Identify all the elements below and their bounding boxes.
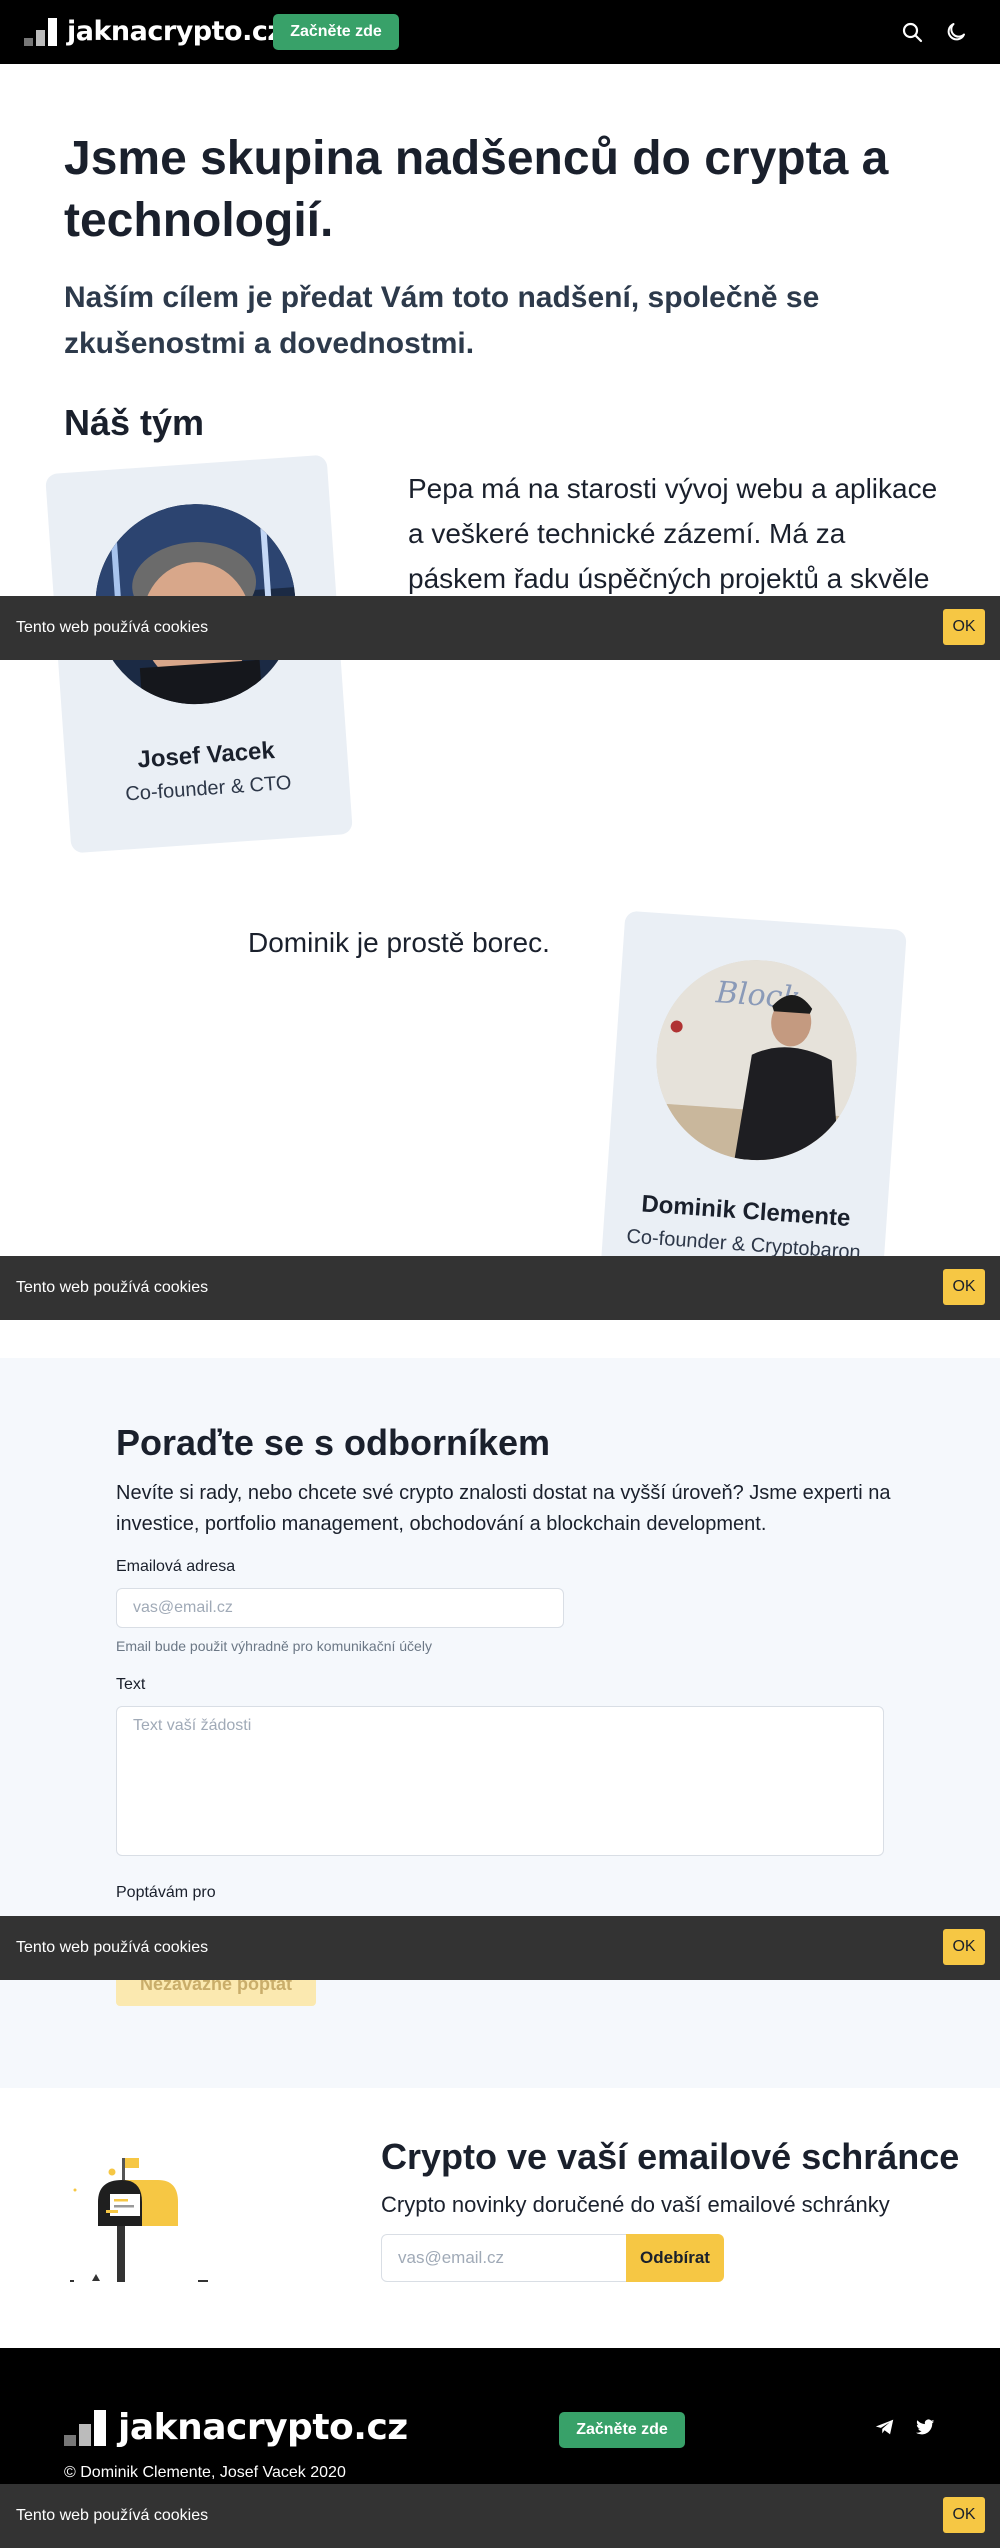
moon-icon[interactable] (944, 20, 968, 44)
email-label: Emailová adresa (116, 1558, 236, 1575)
newsletter-title: Crypto ve vaší emailové schránce (381, 2136, 960, 2177)
email-helper-text: Email bude použit výhradně pro komunikač… (116, 1638, 432, 1654)
text-label: Text (116, 1676, 146, 1693)
footer-start-here-button[interactable]: Začněte zde (559, 2412, 685, 2448)
team-heading: Náš tým (64, 402, 205, 443)
cookie-text: Tento web používá cookies (16, 1279, 209, 1296)
cookie-ok-button[interactable]: OK (943, 1929, 985, 1965)
inquiry-label: Poptávám pro (116, 1884, 216, 1901)
cookie-ok-button[interactable]: OK (943, 2497, 985, 2533)
avatar: Block (649, 953, 864, 1167)
newsletter-email-field[interactable]: vas@email.cz (381, 2234, 627, 2282)
copyright-text: © Dominik Clemente, Josef Vacek 2020 (64, 2464, 346, 2481)
twitter-icon[interactable] (914, 2416, 936, 2438)
cookie-bar: Tento web používá cookies OK (0, 596, 1000, 660)
logo-bars-icon (64, 2410, 106, 2446)
page-subtitle: Naším cílem je předat Vám toto nadšení, … (64, 281, 820, 360)
request-textarea[interactable]: Text vaší žádosti (116, 1706, 884, 1856)
page-title: Jsme skupina nadšenců do crypta a techno… (64, 132, 889, 247)
start-here-button[interactable]: Začněte zde (273, 14, 399, 50)
contact-description: Nevíte si rady, nebo chcete své crypto z… (116, 1482, 891, 1535)
footer-logo[interactable]: jaknacrypto.cz (64, 2410, 408, 2446)
cookie-text: Tento web používá cookies (16, 1939, 209, 1956)
cookie-text: Tento web používá cookies (16, 619, 209, 636)
cookie-bar: Tento web používá cookies OK (0, 1916, 1000, 1980)
cookie-bar: Tento web používá cookies OK (0, 2484, 1000, 2548)
search-icon[interactable] (900, 20, 924, 44)
logo-text: jaknacrypto.cz (118, 2407, 408, 2448)
logo-text: jaknacrypto.cz (67, 16, 283, 47)
cookie-bar: Tento web používá cookies OK (0, 1256, 1000, 1320)
cookie-text: Tento web používá cookies (16, 2507, 209, 2524)
email-field[interactable]: vas@email.cz (116, 1588, 564, 1628)
newsletter-subtitle: Crypto novinky doručené do vaší emailové… (381, 2192, 890, 2217)
cookie-ok-button[interactable]: OK (943, 609, 985, 645)
contact-title: Poraďte se s odborníkem (116, 1422, 551, 1463)
site-logo[interactable]: jaknacrypto.cz (24, 18, 283, 46)
subscribe-button[interactable]: Odebírat (626, 2234, 724, 2282)
team-card-dominik: Block Dominik Clemente Co-founder & Cryp… (599, 910, 907, 1310)
member-bio: Dominik je prostě borec. (248, 927, 550, 958)
mailbox-illustration (70, 2156, 220, 2282)
telegram-icon[interactable] (874, 2416, 896, 2438)
navbar: jaknacrypto.cz Začněte zde (0, 0, 1000, 64)
cookie-ok-button[interactable]: OK (943, 1269, 985, 1305)
logo-bars-icon (24, 18, 57, 46)
